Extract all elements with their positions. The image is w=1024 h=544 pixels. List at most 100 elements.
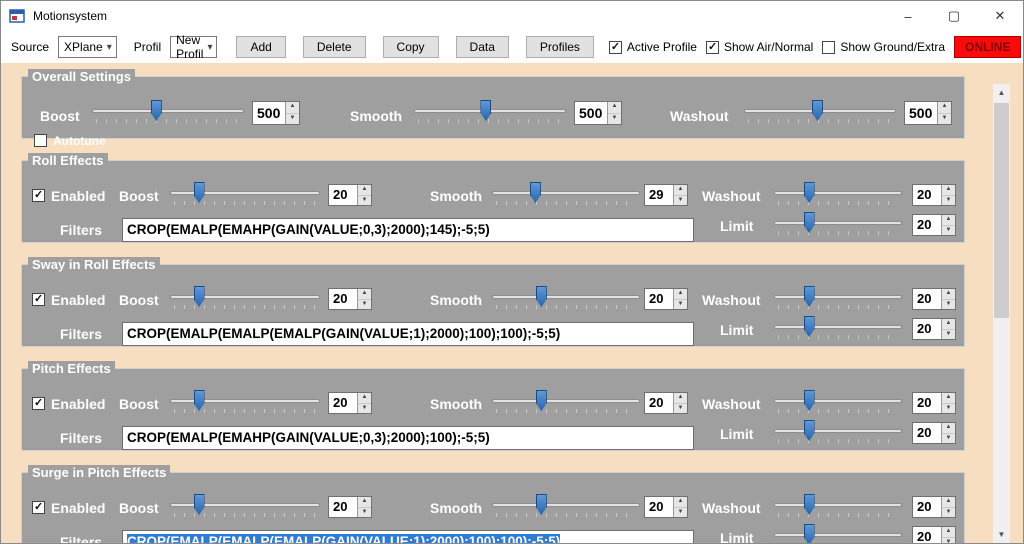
spin-up-button[interactable]	[942, 423, 955, 434]
data-button[interactable]: Data	[456, 36, 509, 58]
smooth-slider[interactable]	[414, 100, 566, 128]
slider-thumb[interactable]	[151, 100, 162, 121]
spin-up-button[interactable]	[674, 185, 687, 196]
spin-up-button[interactable]	[674, 289, 687, 300]
filters-input[interactable]: CROP(EMALP(EMAHP(GAIN(VALUE;0,3);2000);1…	[122, 218, 694, 242]
source-dropdown[interactable]: XPlane	[58, 36, 117, 58]
scroll-down-arrow-icon[interactable]	[993, 526, 1010, 543]
spin-up-button[interactable]	[674, 497, 687, 508]
washout-slider[interactable]	[774, 286, 902, 314]
boost-slider[interactable]	[170, 182, 320, 210]
washout-numeric[interactable]: 20	[912, 496, 956, 518]
slider-thumb[interactable]	[804, 316, 815, 337]
slider-thumb[interactable]	[804, 420, 815, 441]
limit-slider[interactable]	[774, 316, 902, 344]
spin-up-button[interactable]	[358, 185, 371, 196]
spin-down-button[interactable]	[358, 300, 371, 310]
boost-numeric[interactable]: 20	[328, 496, 372, 518]
spin-up-button[interactable]	[942, 527, 955, 538]
filters-input[interactable]: CROP(EMALP(EMAHP(GAIN(VALUE;0,3);2000);1…	[122, 426, 694, 450]
washout-slider[interactable]	[744, 100, 896, 128]
enabled-checkbox[interactable]	[32, 293, 45, 306]
profiles-button[interactable]: Profiles	[526, 36, 594, 58]
close-button[interactable]: ✕	[977, 1, 1023, 31]
vertical-scrollbar[interactable]	[993, 84, 1010, 543]
slider-thumb[interactable]	[194, 494, 205, 515]
slider-thumb[interactable]	[194, 182, 205, 203]
boost-numeric[interactable]: 20	[328, 392, 372, 414]
limit-slider[interactable]	[774, 212, 902, 240]
limit-numeric[interactable]: 20	[912, 526, 956, 543]
copy-button[interactable]: Copy	[383, 36, 439, 58]
slider-thumb[interactable]	[812, 100, 823, 121]
slider-thumb[interactable]	[536, 390, 547, 411]
add-button[interactable]: Add	[236, 36, 285, 58]
spin-up-button[interactable]	[608, 102, 621, 114]
spin-up-button[interactable]	[942, 497, 955, 508]
slider-thumb[interactable]	[804, 212, 815, 233]
washout-numeric[interactable]: 20	[912, 392, 956, 414]
smooth-slider[interactable]	[492, 286, 640, 314]
show-air-checkbox[interactable]: Show Air/Normal	[706, 40, 813, 54]
washout-numeric[interactable]: 20	[912, 288, 956, 310]
spin-up-button[interactable]	[358, 497, 371, 508]
washout-slider[interactable]	[774, 182, 902, 210]
spin-up-button[interactable]	[942, 289, 955, 300]
boost-slider[interactable]	[170, 494, 320, 522]
spin-down-button[interactable]	[942, 330, 955, 340]
spin-down-button[interactable]	[674, 300, 687, 310]
enabled-checkbox[interactable]	[32, 189, 45, 202]
slider-thumb[interactable]	[194, 390, 205, 411]
maximize-button[interactable]: ▢	[931, 1, 977, 31]
smooth-numeric[interactable]: 29	[644, 184, 688, 206]
washout-numeric[interactable]: 20	[912, 184, 956, 206]
enabled-checkbox[interactable]	[32, 397, 45, 410]
spin-down-button[interactable]	[942, 196, 955, 206]
spin-up-button[interactable]	[286, 102, 299, 114]
slider-thumb[interactable]	[804, 494, 815, 515]
scrollbar-thumb[interactable]	[994, 103, 1009, 318]
smooth-slider[interactable]	[492, 390, 640, 418]
filters-input[interactable]: CROP(EMALP(EMALP(EMALP(GAIN(VALUE;1);200…	[122, 530, 694, 543]
smooth-slider[interactable]	[492, 494, 640, 522]
filters-input[interactable]: CROP(EMALP(EMALP(EMALP(GAIN(VALUE;1);200…	[122, 322, 694, 346]
slider-thumb[interactable]	[804, 182, 815, 203]
spin-down-button[interactable]	[674, 508, 687, 518]
spin-down-button[interactable]	[358, 404, 371, 414]
washout-slider[interactable]	[774, 390, 902, 418]
autotune-checkbox[interactable]	[34, 134, 47, 147]
spin-down-button[interactable]	[942, 538, 955, 544]
spin-down-button[interactable]	[358, 196, 371, 206]
limit-numeric[interactable]: 20	[912, 214, 956, 236]
smooth-numeric[interactable]: 20	[644, 288, 688, 310]
spin-down-button[interactable]	[608, 114, 621, 125]
spin-down-button[interactable]	[942, 300, 955, 310]
slider-thumb[interactable]	[536, 494, 547, 515]
slider-thumb[interactable]	[194, 286, 205, 307]
spin-down-button[interactable]	[942, 434, 955, 444]
smooth-numeric[interactable]: 500	[574, 101, 622, 125]
slider-thumb[interactable]	[536, 286, 547, 307]
washout-numeric[interactable]: 500	[904, 101, 952, 125]
slider-thumb[interactable]	[804, 390, 815, 411]
slider-thumb[interactable]	[804, 524, 815, 543]
spin-up-button[interactable]	[938, 102, 951, 114]
spin-down-button[interactable]	[674, 404, 687, 414]
smooth-numeric[interactable]: 20	[644, 392, 688, 414]
spin-down-button[interactable]	[674, 196, 687, 206]
spin-up-button[interactable]	[942, 393, 955, 404]
slider-thumb[interactable]	[480, 100, 491, 121]
spin-up-button[interactable]	[942, 185, 955, 196]
spin-up-button[interactable]	[942, 319, 955, 330]
spin-up-button[interactable]	[358, 289, 371, 300]
washout-slider[interactable]	[774, 494, 902, 522]
spin-down-button[interactable]	[938, 114, 951, 125]
spin-up-button[interactable]	[358, 393, 371, 404]
spin-down-button[interactable]	[286, 114, 299, 125]
profil-dropdown[interactable]: New Profil	[170, 36, 217, 58]
slider-thumb[interactable]	[804, 286, 815, 307]
spin-down-button[interactable]	[942, 404, 955, 414]
slider-thumb[interactable]	[530, 182, 541, 203]
boost-slider[interactable]	[92, 100, 244, 128]
limit-slider[interactable]	[774, 420, 902, 448]
